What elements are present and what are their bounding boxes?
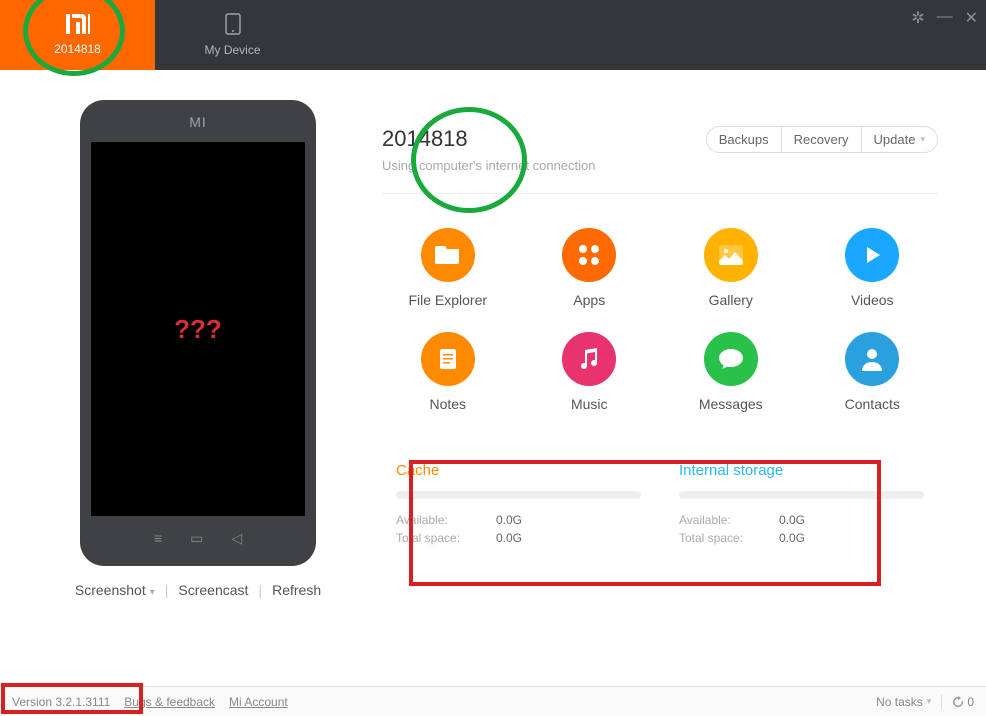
apps-icon: [562, 228, 616, 282]
internal-bar: [679, 491, 924, 499]
gallery-button[interactable]: Gallery: [665, 228, 797, 308]
feature-label: Videos: [851, 292, 894, 308]
feature-label: Notes: [429, 396, 466, 412]
mi-logo-icon: [66, 14, 90, 40]
phone-actions: Screenshot▾ | Screencast | Refresh: [75, 582, 321, 598]
folder-icon: [421, 228, 475, 282]
mi-account-link[interactable]: Mi Account: [229, 695, 288, 709]
music-icon: [562, 332, 616, 386]
close-icon[interactable]: ✕: [965, 8, 978, 28]
contacts-icon: [845, 332, 899, 386]
videos-button[interactable]: Videos: [807, 228, 939, 308]
cache-storage: Cache Available:0.0G Total space:0.0G: [396, 462, 641, 549]
chevron-down-icon[interactable]: ▾: [927, 696, 932, 707]
internal-available-value: 0.0G: [779, 513, 805, 527]
messages-icon: [704, 332, 758, 386]
device-action-buttons: Backups Recovery Update▾: [706, 126, 938, 153]
device-details: 2014818 Using computer's internet connec…: [348, 100, 938, 598]
settings-icon[interactable]: ✲: [911, 8, 924, 28]
phone-column: MI ??? ≡ ▭ ◁ Screenshot▾ | Screencast | …: [48, 100, 348, 598]
phone-mockup: MI ??? ≡ ▭ ◁: [80, 100, 316, 566]
status-bar: Version 3.2.1.3111 Bugs & feedback Mi Ac…: [0, 686, 986, 716]
tab-label: 2014818: [54, 42, 101, 56]
tasks-label: No tasks: [876, 695, 923, 709]
tab-device[interactable]: 2014818: [0, 0, 155, 70]
backups-button[interactable]: Backups: [706, 126, 782, 153]
cache-total-value: 0.0G: [496, 531, 522, 545]
internal-storage: Internal storage Available:0.0G Total sp…: [679, 462, 924, 549]
recovery-button[interactable]: Recovery: [782, 126, 862, 153]
refresh-button[interactable]: Refresh: [272, 582, 321, 598]
phone-nav-buttons: ≡ ▭ ◁: [154, 530, 242, 547]
play-icon: [845, 228, 899, 282]
file-explorer-button[interactable]: File Explorer: [382, 228, 514, 308]
tab-my-device[interactable]: My Device: [155, 0, 310, 70]
feature-label: Music: [571, 396, 608, 412]
chevron-down-icon: ▾: [920, 134, 925, 145]
gallery-icon: [704, 228, 758, 282]
feature-label: Contacts: [845, 396, 900, 412]
minimize-icon[interactable]: —: [937, 8, 953, 28]
screenshot-button[interactable]: Screenshot▾: [75, 582, 155, 598]
phone-screen: ???: [91, 142, 305, 516]
cache-title: Cache: [396, 462, 641, 479]
storage-section: Cache Available:0.0G Total space:0.0G In…: [382, 440, 938, 567]
feature-label: Apps: [573, 292, 605, 308]
feature-label: File Explorer: [408, 292, 487, 308]
version-label: Version 3.2.1.3111: [12, 695, 110, 709]
window-controls: ✲ — ✕: [911, 8, 978, 28]
messages-button[interactable]: Messages: [665, 332, 797, 412]
contacts-button[interactable]: Contacts: [807, 332, 939, 412]
tab-label: My Device: [204, 43, 260, 57]
cache-available-label: Available:: [396, 513, 496, 527]
chevron-down-icon: ▾: [150, 587, 155, 598]
menu-icon: ≡: [154, 530, 162, 547]
feature-label: Gallery: [709, 292, 753, 308]
device-subtitle: Using computer's internet connection: [382, 158, 595, 173]
apps-button[interactable]: Apps: [524, 228, 656, 308]
notes-button[interactable]: Notes: [382, 332, 514, 412]
cache-bar: [396, 491, 641, 499]
reload-count: 0: [967, 695, 974, 709]
internal-total-label: Total space:: [679, 531, 779, 545]
screencast-button[interactable]: Screencast: [178, 582, 248, 598]
feature-grid: File Explorer Apps Gallery Videos Notes …: [382, 194, 938, 440]
title-bar: 2014818 My Device ✲ — ✕: [0, 0, 986, 70]
internal-title: Internal storage: [679, 462, 924, 479]
feature-label: Messages: [699, 396, 763, 412]
device-icon: [225, 13, 241, 41]
phone-brand: MI: [189, 114, 207, 130]
main-content: MI ??? ≡ ▭ ◁ Screenshot▾ | Screencast | …: [0, 70, 986, 608]
cache-total-label: Total space:: [396, 531, 496, 545]
internal-total-value: 0.0G: [779, 531, 805, 545]
internal-available-label: Available:: [679, 513, 779, 527]
back-icon: ◁: [231, 530, 242, 547]
bugs-feedback-link[interactable]: Bugs & feedback: [124, 695, 215, 709]
phone-screen-text: ???: [174, 314, 222, 345]
notes-icon: [421, 332, 475, 386]
reload-icon: [952, 696, 964, 708]
update-button[interactable]: Update▾: [862, 126, 938, 153]
cache-available-value: 0.0G: [496, 513, 522, 527]
music-button[interactable]: Music: [524, 332, 656, 412]
reload-button[interactable]: 0: [941, 695, 974, 709]
device-name: 2014818: [382, 126, 595, 152]
home-icon: ▭: [190, 530, 203, 547]
device-header: 2014818 Using computer's internet connec…: [382, 100, 938, 194]
